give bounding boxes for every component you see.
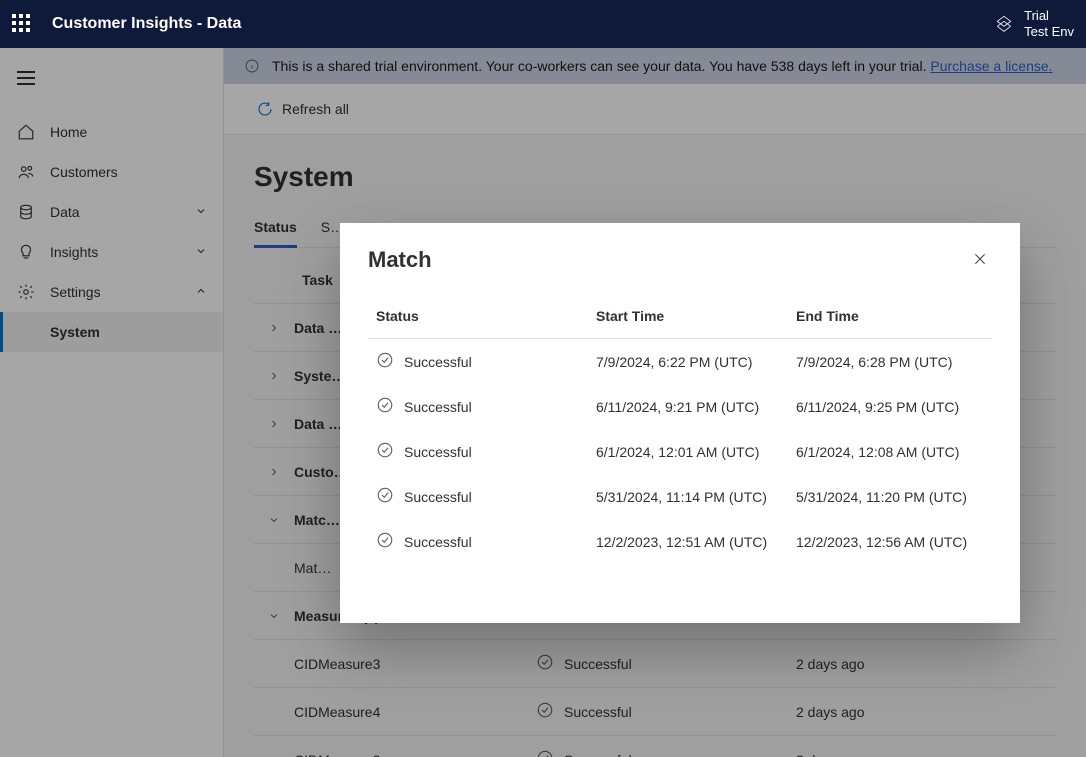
history-row: Successful7/9/2024, 6:22 PM (UTC)7/9/202… [368, 339, 992, 384]
history-status: Successful [376, 396, 596, 417]
history-status: Successful [376, 441, 596, 462]
modal-close-button[interactable] [968, 247, 992, 274]
history-start: 7/9/2024, 6:22 PM (UTC) [596, 354, 796, 370]
product-title: Customer Insights - Data [52, 15, 241, 33]
history-end: 6/1/2024, 12:08 AM (UTC) [796, 444, 996, 460]
history-end: 5/31/2024, 11:20 PM (UTC) [796, 489, 996, 505]
app-launcher-icon[interactable] [12, 14, 32, 34]
history-end: 7/9/2024, 6:28 PM (UTC) [796, 354, 996, 370]
modal-grid-header: Status Start Time End Time [368, 274, 992, 339]
success-icon [376, 486, 394, 507]
success-icon [376, 441, 394, 462]
modal-title: Match [368, 247, 968, 273]
history-end: 12/2/2023, 12:56 AM (UTC) [796, 534, 996, 550]
history-row: Successful5/31/2024, 11:14 PM (UTC)5/31/… [368, 474, 992, 519]
environment-picker[interactable]: Trial Test Env [994, 8, 1074, 39]
environment-icon [994, 13, 1014, 36]
success-icon [376, 396, 394, 417]
history-status: Successful [376, 351, 596, 372]
modal-col-start: Start Time [596, 308, 796, 324]
env-line2: Test Env [1024, 24, 1074, 40]
history-start: 6/1/2024, 12:01 AM (UTC) [596, 444, 796, 460]
history-status: Successful [376, 531, 596, 552]
history-status: Successful [376, 486, 596, 507]
top-nav: Customer Insights - Data Trial Test Env [0, 0, 1086, 48]
history-end: 6/11/2024, 9:25 PM (UTC) [796, 399, 996, 415]
env-line1: Trial [1024, 8, 1074, 24]
history-start: 12/2/2023, 12:51 AM (UTC) [596, 534, 796, 550]
match-history-modal: Match Status Start Time End Time Success… [340, 223, 1020, 623]
history-start: 6/11/2024, 9:21 PM (UTC) [596, 399, 796, 415]
close-icon [972, 251, 988, 267]
history-start: 5/31/2024, 11:14 PM (UTC) [596, 489, 796, 505]
history-row: Successful12/2/2023, 12:51 AM (UTC)12/2/… [368, 519, 992, 564]
success-icon [376, 351, 394, 372]
history-row: Successful6/1/2024, 12:01 AM (UTC)6/1/20… [368, 429, 992, 474]
history-row: Successful6/11/2024, 9:21 PM (UTC)6/11/2… [368, 384, 992, 429]
modal-col-status: Status [376, 308, 596, 324]
modal-col-end: End Time [796, 308, 996, 324]
success-icon [376, 531, 394, 552]
